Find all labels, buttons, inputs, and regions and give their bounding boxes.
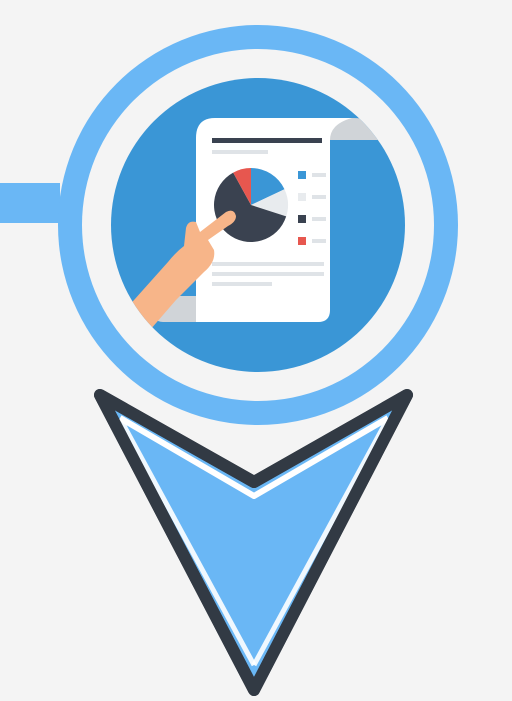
legend-swatch xyxy=(298,237,306,245)
text-line xyxy=(212,282,272,286)
text-line xyxy=(212,262,324,266)
heading-line xyxy=(212,138,322,143)
legend-swatch xyxy=(298,215,306,223)
pin-graphic xyxy=(0,25,458,696)
map-pin-infographic xyxy=(0,0,512,701)
text-line xyxy=(212,272,324,276)
legend-label-line xyxy=(312,217,326,221)
subheading-line xyxy=(212,150,268,154)
pie-chart-icon xyxy=(213,168,288,243)
legend-swatch xyxy=(298,193,306,201)
connector-bar-icon xyxy=(0,183,60,223)
legend-label-line xyxy=(312,195,326,199)
legend-label-line xyxy=(312,239,326,243)
legend-label-line xyxy=(312,173,326,177)
arrow-down-icon xyxy=(94,389,413,696)
legend-swatch xyxy=(298,171,306,179)
